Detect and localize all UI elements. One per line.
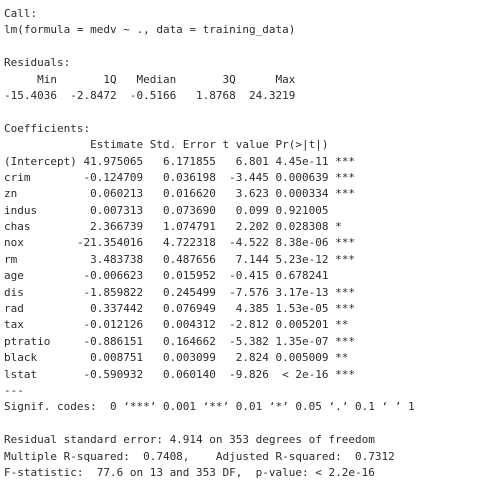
coefficient-row-ptratio: ptratio -0.886151 0.164662 -5.382 1.35e-… [4,334,355,348]
coefficient-row-zn: zn 0.060213 0.016620 3.623 0.000334 *** [4,187,355,201]
coefficients-heading: Coefficients: [4,121,91,135]
coefficient-row-rad: rad 0.337442 0.076949 4.385 1.53e-05 *** [4,302,355,316]
residuals-header-row: Min 1Q Median 3Q Max [4,72,303,86]
separator-line: --- [4,383,24,397]
residuals-heading: Residuals: [4,56,71,70]
coefficient-row-rm: rm 3.483738 0.487656 7.144 5.23e-12 *** [4,252,355,266]
coefficient-row-intercept: (Intercept) 41.975065 6.171855 6.801 4.4… [4,154,355,168]
r-squared-line: Multiple R-squared: 0.7408, Adjusted R-s… [4,449,402,463]
residuals-values-row: -15.4036 -2.8472 -0.5166 1.8768 24.3219 [4,88,303,102]
coefficient-row-crim: crim -0.124709 0.036198 -3.445 0.000639 … [4,170,355,184]
coefficient-row-indus: indus 0.007313 0.073690 0.099 0.921005 [4,203,355,217]
coefficient-row-black: black 0.008751 0.003099 2.824 0.005009 *… [4,351,355,365]
coefficient-row-chas: chas 2.366739 1.074791 2.202 0.028308 * [4,220,355,234]
coefficient-row-age: age -0.006623 0.015952 -0.415 0.678241 [4,269,355,283]
signif-codes-line: Signif. codes: 0 ‘***’ 0.001 ‘**’ 0.01 ‘… [4,400,415,414]
console-output: Call: lm(formula = medv ~ ., data = trai… [0,0,477,489]
residual-standard-error-line: Residual standard error: 4.914 on 353 de… [4,433,375,447]
coefficient-row-lstat: lstat -0.590932 0.060140 -9.826 < 2e-16 … [4,367,355,381]
coefficient-row-tax: tax -0.012126 0.004312 -2.812 0.005201 *… [4,318,355,332]
call-heading: Call: [4,7,38,20]
coefficient-row-nox: nox -21.354016 4.722318 -4.522 8.38e-06 … [4,236,355,250]
coefficient-row-dis: dis -1.859822 0.245499 -7.576 3.17e-13 *… [4,285,355,299]
coefficients-header-row: Estimate Std. Error t value Pr(>|t|) [4,138,355,152]
call-formula: lm(formula = medv ~ ., data = training_d… [4,23,296,37]
f-statistic-line: F-statistic: 77.6 on 13 and 353 DF, p-va… [4,465,375,479]
